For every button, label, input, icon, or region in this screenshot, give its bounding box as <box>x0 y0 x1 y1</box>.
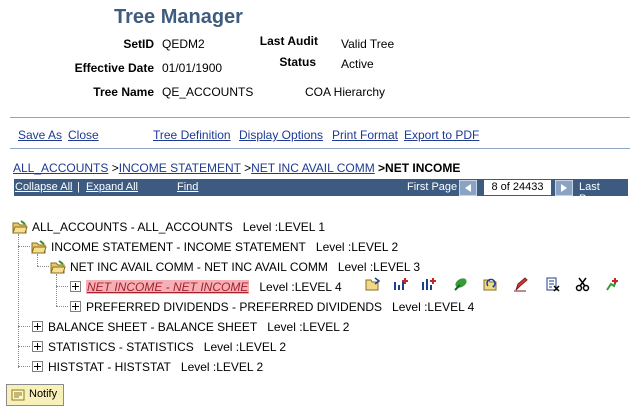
insert-sibling-icon[interactable] <box>364 276 382 292</box>
tree-node-level: Level :LEVEL 2 <box>203 340 287 354</box>
open-folder-icon <box>12 220 28 234</box>
tree-connector <box>18 366 30 367</box>
page-title: Tree Manager <box>114 6 243 28</box>
save-as-link[interactable]: Save As <box>18 128 62 142</box>
tree-node-label: STATISTICS - STATISTICS <box>48 340 194 354</box>
insert-child-node-icon[interactable] <box>420 276 438 292</box>
page-info: 8 of 24433 <box>484 180 551 195</box>
nav-divider: | <box>77 181 80 193</box>
display-options-link[interactable]: Display Options <box>239 128 323 142</box>
next-page-button[interactable] <box>555 180 573 196</box>
breadcrumb-separator: > <box>111 161 119 175</box>
tree-node-histstat[interactable]: HISTSTAT - HISTSTAT Level :LEVEL 2 <box>32 359 263 375</box>
tree-node-label: PREFERRED DIVIDENDS - PREFERRED DIVIDEND… <box>86 300 383 314</box>
breadcrumb-all-accounts[interactable]: ALL_ACCOUNTS <box>13 161 108 175</box>
tree-node-all-accounts[interactable]: ALL_ACCOUNTS - ALL_ACCOUNTS Level :LEVEL … <box>12 219 325 235</box>
expand-icon[interactable] <box>32 321 43 333</box>
last-audit-label: Last Audit <box>259 34 318 48</box>
tree-node-level: Level :LEVEL 4 <box>392 300 475 314</box>
tree-node-level: Level :LEVEL 3 <box>337 260 421 274</box>
tree-node-level: Level :LEVEL 2 <box>180 360 264 374</box>
export-pdf-link[interactable]: Export to PDF <box>404 128 479 142</box>
paste-icon[interactable] <box>604 276 622 292</box>
print-format-link[interactable]: Print Format <box>332 128 398 142</box>
tree-connector <box>18 326 30 327</box>
tree-description: COA Hierarchy <box>305 85 386 99</box>
first-page-label: First Page <box>407 181 458 193</box>
tree-connector <box>56 286 68 287</box>
notify-icon <box>11 389 25 401</box>
status-label: Status <box>279 55 316 69</box>
tree-definition-link[interactable]: Tree Definition <box>153 128 231 142</box>
tree-node-level: Level :LEVEL 1 <box>242 220 326 234</box>
breadcrumb-income-statement[interactable]: INCOME STATEMENT <box>119 161 241 175</box>
tree-connector <box>18 346 30 347</box>
tree-nav-bar: Collapse All | Expand All Find First Pag… <box>14 179 628 205</box>
divider <box>10 117 630 118</box>
open-folder-icon <box>31 240 47 254</box>
tree-node-income-statement[interactable]: INCOME STATEMENT - INCOME STATEMENT Level… <box>31 239 398 255</box>
tree-node-label: HISTSTAT - HISTSTAT <box>48 360 171 374</box>
tree-node-label-selected[interactable]: NET INCOME - NET INCOME <box>86 280 250 294</box>
tree-connector <box>18 246 30 247</box>
setid-label: SetID <box>123 37 154 51</box>
tree-node-level: Level :LEVEL 2 <box>315 240 399 254</box>
tree-connector <box>56 306 68 307</box>
move-node-icon[interactable] <box>482 276 500 292</box>
tree-name-label: Tree Name <box>93 85 154 99</box>
tree-name-value: QE_ACCOUNTS <box>162 85 254 99</box>
tree-node-net-inc-avail-comm[interactable]: NET INC AVAIL COMM - NET INC AVAIL COMM L… <box>50 259 420 275</box>
insert-child-detail-icon[interactable] <box>392 276 410 292</box>
tree-connector <box>18 234 19 368</box>
previous-page-button[interactable] <box>459 180 477 196</box>
last-audit-value: Valid Tree <box>341 37 395 51</box>
tree-connector <box>37 254 38 266</box>
tree-node-preferred-dividends[interactable]: PREFERRED DIVIDENDS - PREFERRED DIVIDEND… <box>70 299 474 315</box>
expand-icon[interactable] <box>32 341 43 353</box>
setid-value: QEDM2 <box>162 37 205 51</box>
tree-node-level: Level :LEVEL 4 <box>259 280 342 294</box>
notify-button[interactable]: Notify <box>6 384 64 406</box>
effective-date-value: 01/01/1900 <box>162 61 223 75</box>
tree-node-statistics[interactable]: STATISTICS - STATISTICS Level :LEVEL 2 <box>32 339 286 355</box>
cut-icon[interactable] <box>574 276 592 292</box>
close-link[interactable]: Close <box>68 128 99 142</box>
tree-node-label: BALANCE SHEET - BALANCE SHEET <box>48 320 258 334</box>
open-folder-icon <box>50 260 66 274</box>
breadcrumb-net-inc-avail-comm[interactable]: NET INC AVAIL COMM <box>251 161 375 175</box>
tree-node-net-income[interactable]: NET INCOME - NET INCOME Level :LEVEL 4 <box>70 279 342 295</box>
tree-node-label: ALL_ACCOUNTS - ALL_ACCOUNTS <box>32 220 233 234</box>
delete-node-icon[interactable] <box>544 276 562 292</box>
breadcrumb: ALL_ACCOUNTS >INCOME STATEMENT >NET INC … <box>13 161 460 175</box>
expand-icon[interactable] <box>32 361 43 373</box>
notify-label: Notify <box>29 388 58 400</box>
tree-connector <box>56 274 57 306</box>
collapse-all-link[interactable]: Collapse All <box>15 181 72 193</box>
tree-connector <box>37 266 49 267</box>
tree-node-label: INCOME STATEMENT - INCOME STATEMENT <box>51 240 306 254</box>
status-value: Active <box>341 57 374 71</box>
right-arrow-icon <box>561 184 567 192</box>
expand-icon[interactable] <box>70 301 81 313</box>
edit-data-icon[interactable] <box>452 276 470 292</box>
breadcrumb-current: >NET INCOME <box>378 161 461 175</box>
expand-icon[interactable] <box>70 281 81 293</box>
find-link[interactable]: Find <box>177 181 198 193</box>
edit-node-icon[interactable] <box>512 276 530 292</box>
tree-node-level: Level :LEVEL 2 <box>267 320 350 334</box>
last-page-label: Last Page <box>579 181 605 205</box>
divider <box>10 148 630 149</box>
expand-all-link[interactable]: Expand All <box>86 181 138 193</box>
tree-node-balance-sheet[interactable]: BALANCE SHEET - BALANCE SHEET Level :LEVE… <box>32 319 349 335</box>
tree-node-label: NET INC AVAIL COMM - NET INC AVAIL COMM <box>70 260 328 274</box>
left-arrow-icon <box>465 184 471 192</box>
effective-date-label: Effective Date <box>74 61 154 75</box>
